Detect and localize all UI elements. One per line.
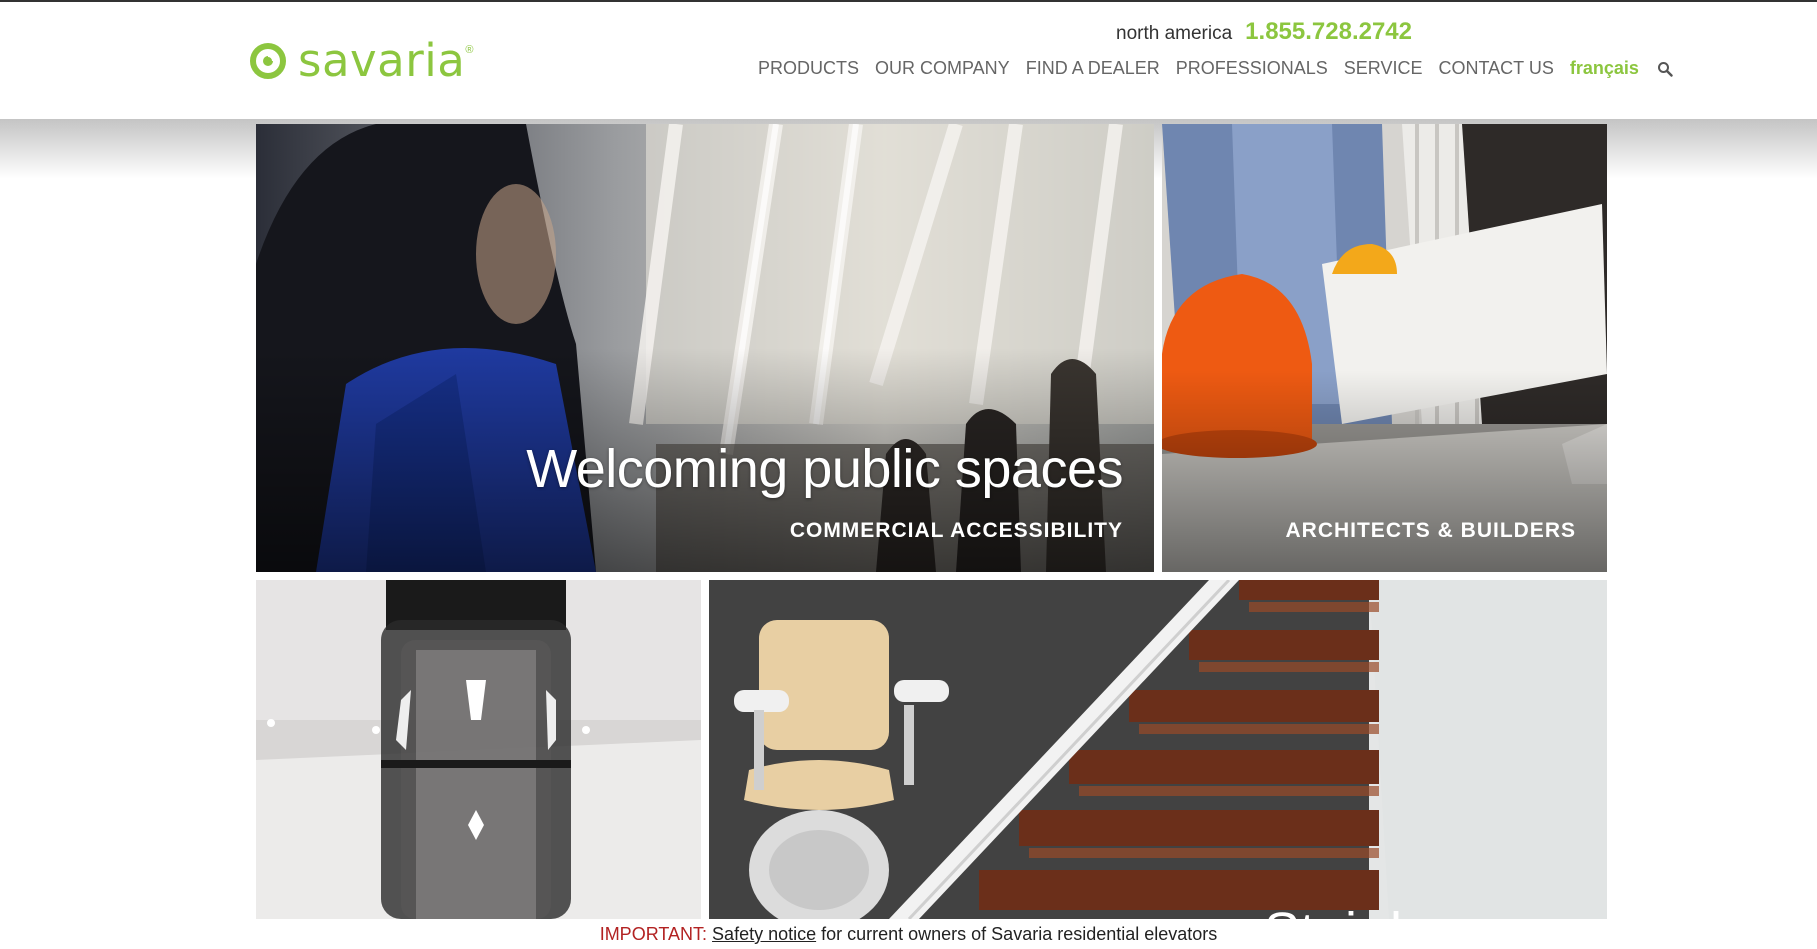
savaria-logo[interactable]: savaria ® [250, 38, 473, 83]
tile-stairlift[interactable]: Stair l [709, 580, 1607, 919]
region-contact: north america 1.855.728.2742 [1116, 18, 1412, 46]
tile-subtitle[interactable]: ARCHITECTS & BUILDERS [1285, 519, 1576, 543]
nav-item-our-company[interactable]: OUR COMPANY [875, 58, 1010, 79]
stairlift-photo [709, 580, 1607, 919]
tile-elevator[interactable] [256, 580, 701, 919]
search-icon[interactable] [1657, 61, 1673, 77]
nav-item-professionals[interactable]: PROFESSIONALS [1176, 58, 1328, 79]
notice-flag: IMPORTANT: [599, 924, 708, 944]
tile-title-partial: Stair l [1264, 901, 1402, 919]
phone-number[interactable]: 1.855.728.2742 [1245, 18, 1412, 46]
safety-notice-link[interactable]: Safety notice [712, 924, 816, 944]
swirl-logo-icon [250, 42, 286, 79]
architects-photo [1162, 124, 1607, 572]
tile-subtitle[interactable]: COMMERCIAL ACCESSIBILITY [790, 519, 1123, 543]
safety-notice-banner: IMPORTANT: Safety notice for current own… [0, 924, 1817, 945]
site-header: savaria ® north america 1.855.728.2742 P… [0, 2, 1817, 119]
logo-registered-mark: ® [465, 44, 474, 56]
tile-title: Welcoming public spaces [526, 439, 1123, 499]
language-switch[interactable]: français [1570, 58, 1639, 79]
tile-architects-builders[interactable]: ARCHITECTS & BUILDERS [1162, 124, 1607, 572]
nav-item-contact-us[interactable]: CONTACT US [1439, 58, 1554, 79]
nav-item-products[interactable]: PRODUCTS [758, 58, 859, 79]
tile-commercial-accessibility[interactable]: Welcoming public spaces COMMERCIAL ACCES… [256, 124, 1154, 572]
logo-wordmark: savaria [298, 34, 466, 87]
notice-text: for current owners of Savaria residentia… [816, 924, 1218, 944]
elevator-photo [256, 580, 701, 919]
nav-item-find-a-dealer[interactable]: FIND A DEALER [1026, 58, 1160, 79]
main-nav: PRODUCTS OUR COMPANY FIND A DEALER PROFE… [758, 58, 1673, 79]
region-label[interactable]: north america [1116, 23, 1232, 45]
atrium-photo [256, 124, 1154, 572]
nav-item-service[interactable]: SERVICE [1344, 58, 1423, 79]
